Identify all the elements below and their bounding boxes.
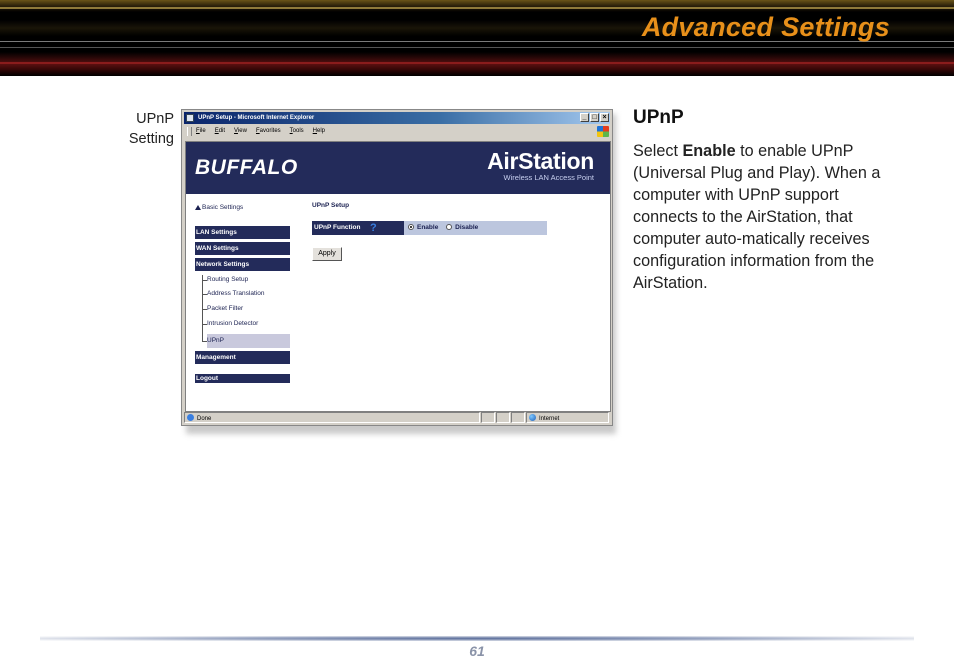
footer-rule [40,636,914,641]
status-done: Done [197,416,212,422]
disable-label: Disable [455,224,479,231]
status-cell [496,412,510,423]
apply-button[interactable]: Apply [312,247,342,261]
browser-menubar: File Edit View Favorites Tools Help [184,125,610,138]
nav-address-translation[interactable]: Address Translation [207,289,264,299]
globe-icon [529,414,536,421]
body-post: to enable UPnP (Universal Plug and Play)… [633,142,881,292]
browser-window: UPnP Setup - Microsoft Internet Explorer… [181,109,613,426]
nav-management[interactable]: Management [195,351,290,364]
menu-tools[interactable]: Tools [290,125,304,138]
figure-caption: UPnP Setting [100,109,174,149]
header-rule [0,62,954,64]
nav-packet-filter[interactable]: Packet Filter [207,304,243,314]
router-web-page: BUFFALO AirStation Wireless LAN Access P… [185,141,611,412]
airstation-subtitle: Wireless LAN Access Point [503,173,594,182]
disable-radio[interactable] [446,224,453,230]
airstation-logo: AirStation [487,148,594,174]
menu-file[interactable]: File [196,125,206,138]
upnp-function-text: UPnP Function [314,224,361,231]
body-bold: Enable [682,142,736,160]
header-rule [0,7,954,9]
status-done-cell: Done [184,412,480,423]
nav-upnp[interactable]: UPnP [207,334,290,348]
page-number: 61 [469,643,485,659]
nav-basic-settings[interactable]: Basic Settings [202,204,243,211]
caption-line: Setting [128,131,174,147]
status-zone-cell: Internet [526,412,609,423]
close-icon[interactable]: × [600,113,609,122]
browser-titlebar: UPnP Setup - Microsoft Internet Explorer… [184,112,610,124]
nav-routing-setup[interactable]: Routing Setup [207,275,248,285]
windows-logo-icon [597,126,609,137]
status-zone: Internet [539,416,560,422]
browser-title: UPnP Setup - Microsoft Internet Explorer [198,115,315,121]
enable-radio[interactable] [408,224,414,230]
window-controls: _ □ × [580,113,609,122]
section-heading: UPnP [633,107,684,128]
menu-favorites[interactable]: Favorites [256,125,281,138]
buffalo-logo: BUFFALO [195,156,298,179]
header-rule [0,47,954,48]
caption-line: UPnP [136,111,174,127]
ie-page-icon [186,114,194,122]
browser-statusbar: Done Internet [184,412,610,424]
page-title: Advanced Settings [641,12,890,42]
upnp-options: Enable Disable [404,221,547,235]
menu-edit[interactable]: Edit [215,125,225,138]
enable-label: Enable [417,224,439,231]
nav-network-settings[interactable]: Network Settings [195,258,290,271]
menu-view[interactable]: View [234,125,247,138]
nav-logout[interactable]: Logout [195,374,290,383]
nav-intrusion-detector[interactable]: Intrusion Detector [207,319,258,329]
status-cell [511,412,525,423]
body-pre: Select [633,142,683,160]
upnp-setup-title: UPnP Setup [312,202,350,209]
triangle-up-icon [195,205,201,210]
minimize-icon[interactable]: _ [580,113,589,122]
status-cell [481,412,495,423]
section-body: Select Enable to enable UPnP (Universal … [633,140,905,294]
router-banner: BUFFALO AirStation Wireless LAN Access P… [186,142,610,194]
menu-help[interactable]: Help [313,125,325,138]
header-band: Advanced Settings [0,0,954,76]
maximize-icon[interactable]: □ [590,113,599,122]
ie-icon [187,414,194,421]
nav-wan-settings[interactable]: WAN Settings [195,242,290,255]
upnp-function-label: UPnP Function ? [312,221,404,235]
help-icon[interactable]: ? [370,221,377,235]
nav-lan-settings[interactable]: LAN Settings [195,226,290,239]
